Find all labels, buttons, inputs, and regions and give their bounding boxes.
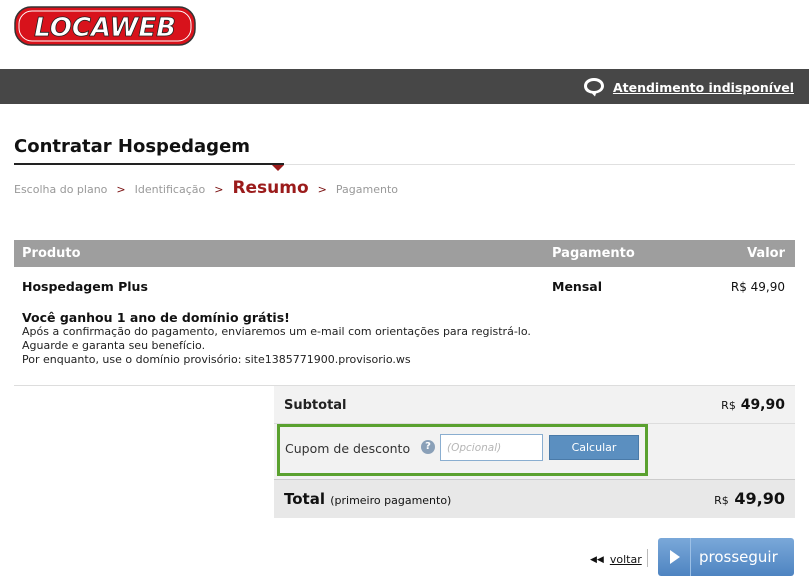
subtotal-amount: R$ 49,90 [721, 397, 785, 413]
support-label[interactable]: Atendimento indisponível [613, 80, 794, 95]
total-value: 49,90 [734, 489, 785, 508]
calculate-button[interactable]: Calcular [549, 435, 639, 460]
chat-bubble-icon [583, 78, 604, 97]
button-separator [690, 538, 691, 576]
back-link[interactable]: ◀◀ voltar [590, 553, 642, 566]
total-label-group: Total (primeiro pagamento) [284, 490, 451, 508]
help-icon[interactable]: ? [421, 440, 435, 454]
step-separator: > [214, 183, 224, 196]
header-payment: Pagamento [552, 246, 635, 261]
proceed-label: prosseguir [699, 548, 778, 566]
subtotal-label: Subtotal [284, 398, 347, 413]
top-bar: Atendimento indisponível [0, 69, 809, 104]
promo-line: Por enquanto, use o domínio provisório: … [22, 353, 411, 366]
coupon-input[interactable] [440, 434, 543, 461]
promo-line: Após a confirmação do pagamento, enviare… [22, 325, 531, 352]
action-divider [647, 549, 648, 567]
header-value: Valor [747, 246, 785, 261]
product-value: R$ 49,90 [730, 280, 785, 294]
payment-period: Mensal [552, 279, 602, 294]
step-identificacao[interactable]: Identificação [135, 183, 206, 196]
play-icon [670, 550, 680, 564]
back-label[interactable]: voltar [610, 553, 642, 566]
currency-symbol: R$ [721, 399, 736, 412]
page-title: Contratar Hospedagem [14, 136, 251, 157]
promo-text: Após a confirmação do pagamento, enviare… [22, 325, 547, 367]
step-separator: > [116, 183, 126, 196]
double-left-arrow-icon: ◀◀ [590, 554, 604, 565]
order-summary: Subtotal R$ 49,90 Cupom de desconto ? Ca… [274, 386, 795, 518]
promo-title: Você ganhou 1 ano de domínio grátis! [22, 310, 290, 325]
title-underline [14, 163, 284, 165]
order-table-header: Produto Pagamento Valor [14, 240, 795, 267]
total-label: Total [284, 490, 325, 508]
total-note: (primeiro pagamento) [330, 494, 452, 507]
step-pagamento: Pagamento [335, 183, 398, 196]
step-escolha-do-plano[interactable]: Escolha do plano [14, 183, 107, 196]
header-product: Produto [22, 246, 81, 261]
subtotal-row: Subtotal R$ 49,90 [274, 386, 795, 424]
step-resumo: Resumo [232, 178, 309, 198]
coupon-label: Cupom de desconto [285, 441, 411, 456]
subtotal-value: 49,90 [740, 397, 785, 413]
proceed-button[interactable]: prosseguir [658, 538, 794, 576]
product-name: Hospedagem Plus [22, 279, 148, 294]
currency-symbol: R$ [714, 494, 729, 507]
total-row: Total (primeiro pagamento) R$ 49,90 [274, 479, 795, 518]
total-amount: R$ 49,90 [714, 489, 785, 508]
support-link[interactable]: Atendimento indisponível [583, 77, 794, 97]
title-notch [272, 165, 284, 171]
checkout-steps: Escolha do plano > Identificação > Resum… [14, 178, 398, 198]
locaweb-logo[interactable]: LOCAWEB [14, 6, 196, 46]
step-separator: > [317, 183, 327, 196]
coupon-section: Cupom de desconto ? Calcular [277, 424, 648, 476]
svg-text:LOCAWEB: LOCAWEB [34, 13, 176, 43]
table-row: Hospedagem Plus Mensal R$ 49,90 Você gan… [14, 267, 795, 385]
